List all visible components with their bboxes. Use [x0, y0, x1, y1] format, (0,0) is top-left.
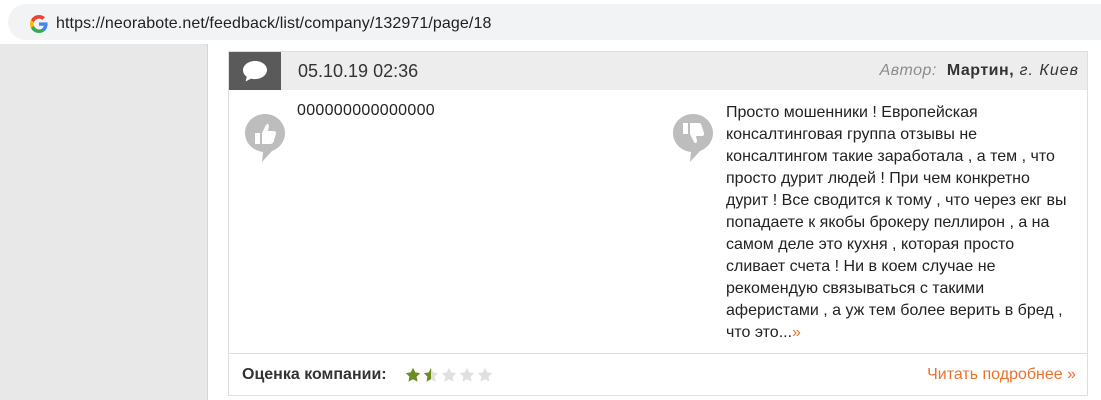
star-empty-icon [441, 367, 457, 382]
review-cons-body: Просто мошенники ! Европейская консалтин… [726, 104, 1067, 341]
review-header: 05.10.19 02:36 Автор: Мартин, г. Киев [229, 52, 1087, 90]
comment-icon-box [229, 52, 281, 90]
star-empty-icon [477, 367, 493, 382]
url-field[interactable]: https://neorabote.net/feedback/list/comp… [8, 4, 1101, 40]
thumbs-up-icon [245, 114, 285, 162]
author-label: Автор: [879, 62, 937, 79]
rating-label: Оценка компании: [242, 366, 387, 383]
left-sidebar-area [0, 44, 208, 400]
thumbs-down-icon [673, 114, 713, 162]
url-text: https://neorabote.net/feedback/list/comp… [56, 15, 492, 32]
author-name: Мартин [946, 62, 1010, 79]
author-separator: , [1009, 62, 1014, 79]
cons-more-link[interactable]: » [792, 324, 801, 341]
google-g-icon [30, 15, 48, 33]
rating-stars [405, 367, 495, 383]
review-card: 05.10.19 02:36 Автор: Мартин, г. Киев 0000… [228, 51, 1088, 396]
review-date: 05.10.19 02:36 [298, 61, 419, 81]
card-divider [229, 353, 1087, 354]
browser-address-bar: https://neorabote.net/feedback/list/comp… [0, 0, 1101, 44]
star-empty-icon [459, 367, 475, 382]
review-cons-text: Просто мошенники ! Европейская консалтин… [726, 102, 1071, 344]
star-filled-icon [405, 367, 421, 382]
review-author: Автор: Мартин, г. Киев [880, 62, 1079, 80]
speech-bubble-icon [243, 61, 267, 82]
read-more-link[interactable]: Читать подробнее » [927, 366, 1076, 384]
review-pros-text: 000000000000000 [297, 102, 435, 119]
star-half-icon [423, 367, 439, 382]
author-city: г. Киев [1019, 62, 1079, 79]
